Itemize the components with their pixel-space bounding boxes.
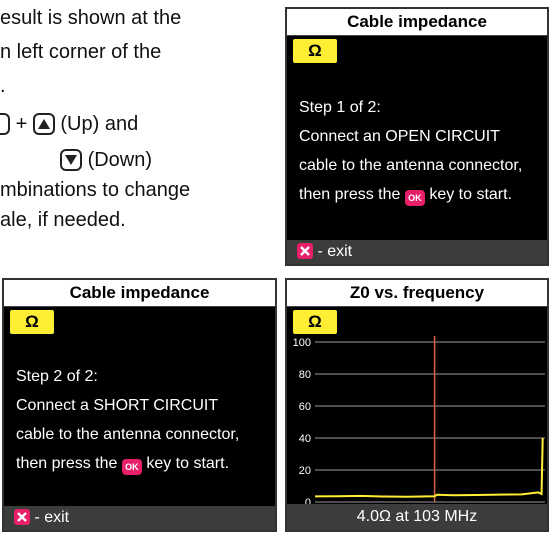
manual-up-line: + (Up) and — [0, 110, 138, 138]
screen-step-2: Cable impedance Ω Step 2 of 2: Connect a… — [2, 278, 277, 532]
y-tick-label: 60 — [299, 401, 311, 413]
y-tick-label: 40 — [299, 433, 311, 445]
screen-footer: - exit — [287, 240, 547, 264]
ok-key-icon: OK — [121, 459, 142, 475]
screen-title: Z0 vs. frequency — [287, 280, 547, 307]
instruction-text: Step 2 of 2: Connect a SHORT CIRCUIT cab… — [16, 362, 239, 478]
ohm-badge[interactable]: Ω — [10, 310, 54, 334]
screen-z0-chart: Z0 vs. frequency Ω 0 20 40 60 80 100 4.0Ω at … — [285, 278, 549, 532]
exit-label: - exit — [317, 243, 353, 260]
manual-line-2: n left corner of the — [0, 41, 162, 63]
screen-footer: - exit — [4, 506, 275, 530]
step-label: Step 2 of 2: — [16, 368, 98, 385]
step-label: Step 1 of 2: — [299, 99, 381, 116]
plus-sign: + — [15, 113, 28, 135]
instruction-line-1: Connect a SHORT CIRCUIT — [16, 397, 219, 414]
manual-down-line: (Down) — [60, 146, 152, 174]
instruction-line-3: then press the OK key to start. — [299, 180, 522, 209]
instruction-text: Step 1 of 2: Connect an OPEN CIRCUIT cab… — [299, 93, 522, 209]
z0-chart: 020406080100 — [293, 336, 545, 506]
ohm-badge[interactable]: Ω — [293, 39, 337, 63]
screen-title: Cable impedance — [287, 9, 547, 36]
screen-step-1: Cable impedance Ω Step 1 of 2: Connect a… — [285, 7, 549, 266]
instruction-line-2: cable to the antenna connector, — [16, 426, 240, 443]
screen-title: Cable impedance — [4, 280, 275, 307]
exit-icon[interactable] — [297, 243, 313, 259]
exit-label: - exit — [34, 509, 70, 526]
z0-trace — [314, 437, 544, 498]
manual-line-7: ale, if needed. — [0, 209, 126, 231]
y-tick-label: 80 — [299, 369, 311, 381]
ok-key-icon: OK — [404, 190, 425, 206]
cursor-readout: 4.0Ω at 103 MHz — [287, 504, 547, 530]
instruction-line-1: Connect an OPEN CIRCUIT — [299, 128, 500, 145]
manual-line-3: . — [0, 75, 6, 97]
y-tick-label: 20 — [299, 465, 311, 477]
manual-line-6: mbinations to change — [0, 179, 191, 201]
manual-text: esult is shown at the n left corner of t… — [0, 0, 285, 250]
up-arrow-icon — [32, 113, 55, 135]
down-arrow-icon — [60, 149, 82, 171]
key-icon — [0, 113, 10, 135]
down-label: (Down) — [87, 149, 153, 171]
exit-icon[interactable] — [14, 509, 30, 525]
ohm-badge[interactable]: Ω — [293, 310, 337, 334]
instruction-line-2: cable to the antenna connector, — [299, 157, 523, 174]
instruction-line-3: then press the OK key to start. — [16, 449, 239, 478]
up-label: (Up) and — [60, 113, 139, 135]
manual-line-1: esult is shown at the — [0, 7, 182, 29]
y-tick-label: 100 — [293, 337, 311, 349]
